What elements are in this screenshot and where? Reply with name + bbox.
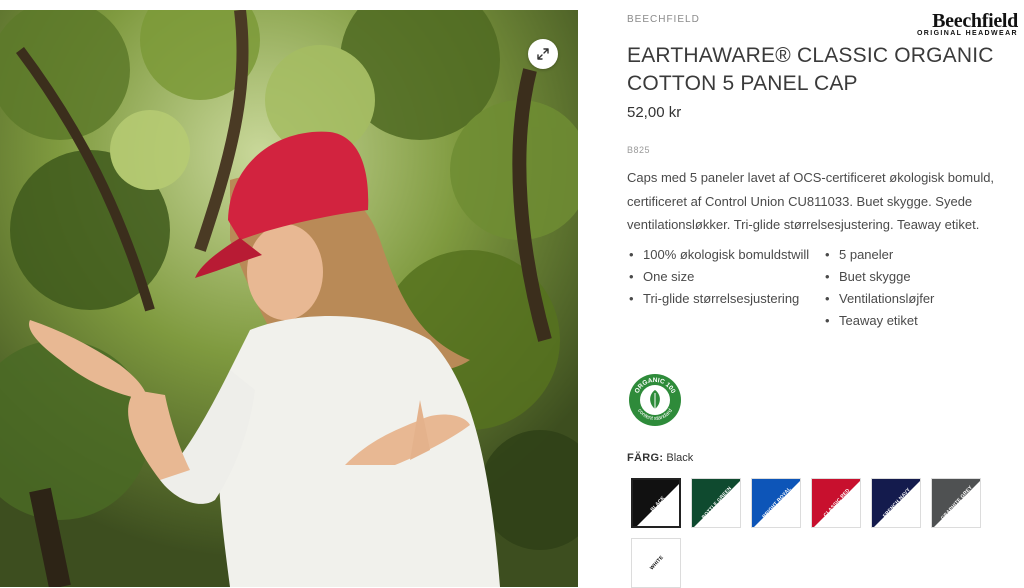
organic-100-content-standard-badge: ORGANIC 100 content standard [629, 374, 681, 426]
feature-item: 100% økologisk bomuldstwill [627, 244, 809, 266]
brand-logo-tagline: ORIGINAL HEADWEAR [916, 30, 1018, 37]
zoom-button[interactable] [528, 39, 558, 69]
feature-item: Ventilationsløjfer [823, 288, 934, 310]
color-label-prefix: FÄRG: [627, 452, 664, 464]
swatch-graphite-grey[interactable]: GRAPHITE GREY [931, 478, 981, 528]
product-title: EARTHAWARE® CLASSIC ORGANIC COTTON 5 PAN… [627, 44, 994, 95]
feature-list-right: 5 paneler Buet skygge Ventilationsløjfer… [823, 244, 934, 332]
brand-logo[interactable]: Beechfield ORIGINAL HEADWEAR [900, 11, 1018, 37]
product-price: 52,00 kr [627, 104, 682, 121]
swatch-bright-royal[interactable]: BRIGHT ROYAL [751, 478, 801, 528]
swatch-black[interactable]: BLACK [631, 478, 681, 528]
swatch-bottle-green[interactable]: BOTTLE GREEN [691, 478, 741, 528]
selected-color-name: Black [666, 452, 694, 464]
brand-label[interactable]: BEECHFIELD [627, 14, 700, 25]
product-image[interactable] [0, 10, 578, 587]
feature-item: One size [627, 266, 809, 288]
product-description: Caps med 5 paneler lavet af OCS-certific… [627, 170, 995, 232]
color-label: FÄRG: Black [627, 452, 693, 464]
feature-item: Buet skygge [823, 266, 934, 288]
brand-logo-text: Beechfield [932, 10, 1018, 32]
swatch-french-navy[interactable]: FRENCH NAVY [871, 478, 921, 528]
feature-list-left: 100% økologisk bomuldstwill One size Tri… [627, 244, 809, 310]
product-sku: B825 [627, 145, 651, 155]
feature-item: 5 paneler [823, 244, 934, 266]
swatch-white[interactable]: WHITE [631, 538, 681, 588]
product-details: BEECHFIELD Beechfield ORIGINAL HEADWEAR … [627, 0, 1024, 588]
product-photo-illustration [0, 10, 578, 587]
feature-item: Teaway etiket [823, 310, 934, 332]
expand-arrows-icon [537, 48, 549, 60]
feature-item: Tri-glide størrelsesjustering [627, 288, 809, 310]
swatch-classic-red[interactable]: CLASSIC RED [811, 478, 861, 528]
